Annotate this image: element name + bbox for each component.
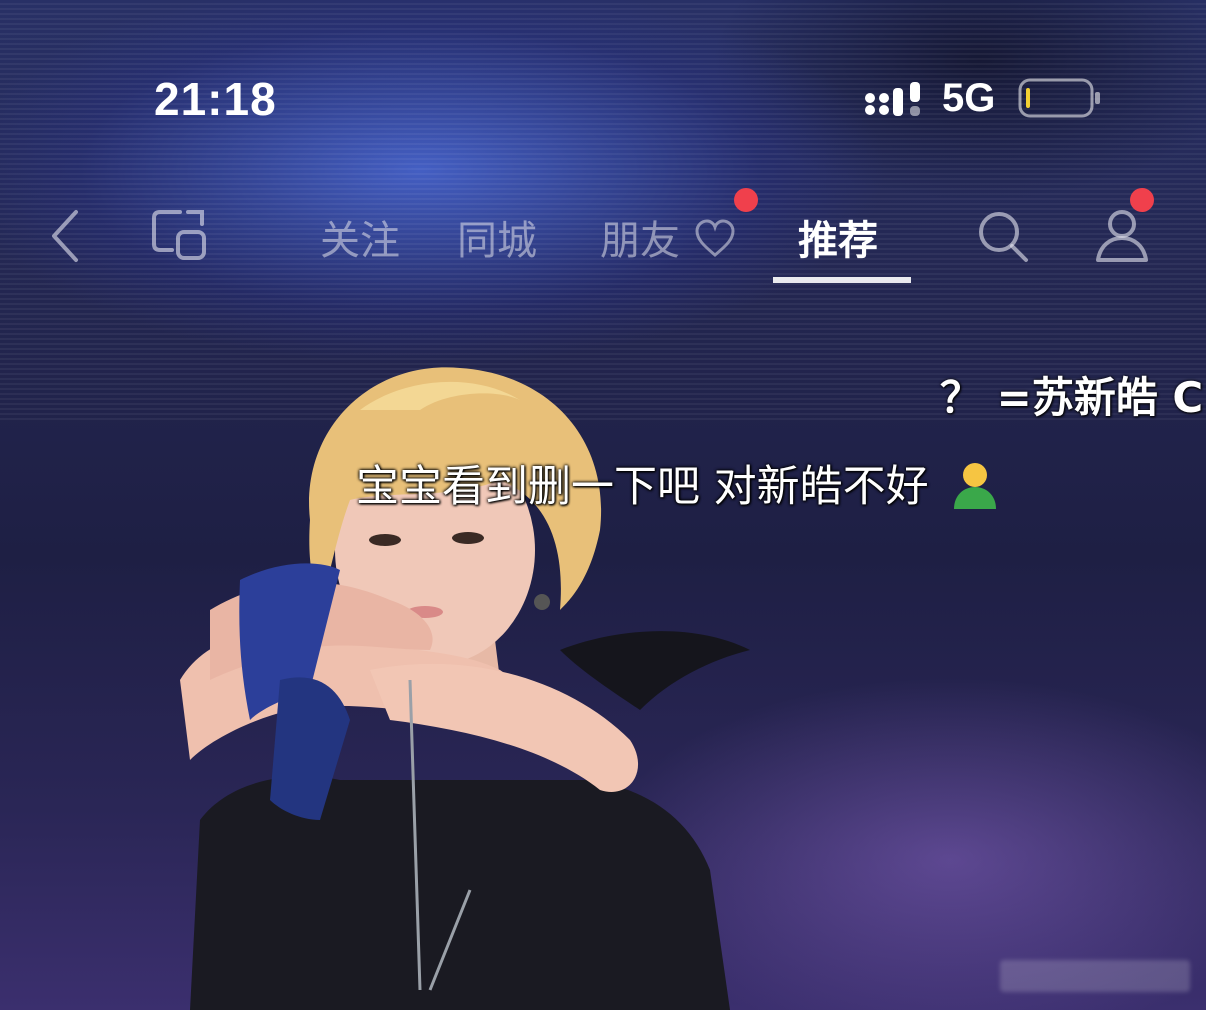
video-caption-text: 宝宝看到删一下吧 对新皓不好 bbox=[356, 462, 929, 512]
heart-icon bbox=[695, 219, 735, 257]
performer-image bbox=[180, 367, 750, 1010]
tab-friends[interactable]: 朋友 bbox=[600, 208, 737, 266]
watermark bbox=[1000, 960, 1190, 992]
profile-badge bbox=[1130, 188, 1154, 212]
video-caption: 宝宝看到删一下吧 对新皓不好 bbox=[356, 452, 1004, 515]
status-time: 21:18 bbox=[154, 73, 277, 125]
active-tab-indicator bbox=[773, 277, 911, 283]
tab-following[interactable]: 关注 bbox=[320, 208, 400, 266]
signal-icon bbox=[865, 82, 920, 116]
user-icon[interactable] bbox=[1094, 206, 1150, 264]
tab-friends-label: 朋友 bbox=[600, 218, 680, 264]
friends-badge bbox=[734, 188, 758, 212]
network-type: 5G bbox=[942, 76, 996, 120]
chevron-left-icon[interactable] bbox=[46, 206, 86, 266]
search-icon[interactable] bbox=[976, 208, 1030, 264]
tab-nearby[interactable]: 同城 bbox=[457, 208, 537, 266]
battery-icon bbox=[1018, 78, 1100, 118]
overlay-side-text: ？ =苏新皓 C bbox=[940, 373, 1204, 422]
person-emoji bbox=[954, 462, 997, 509]
screen-switch-icon[interactable] bbox=[150, 206, 210, 266]
tab-recommended[interactable]: 推荐 bbox=[798, 208, 878, 266]
